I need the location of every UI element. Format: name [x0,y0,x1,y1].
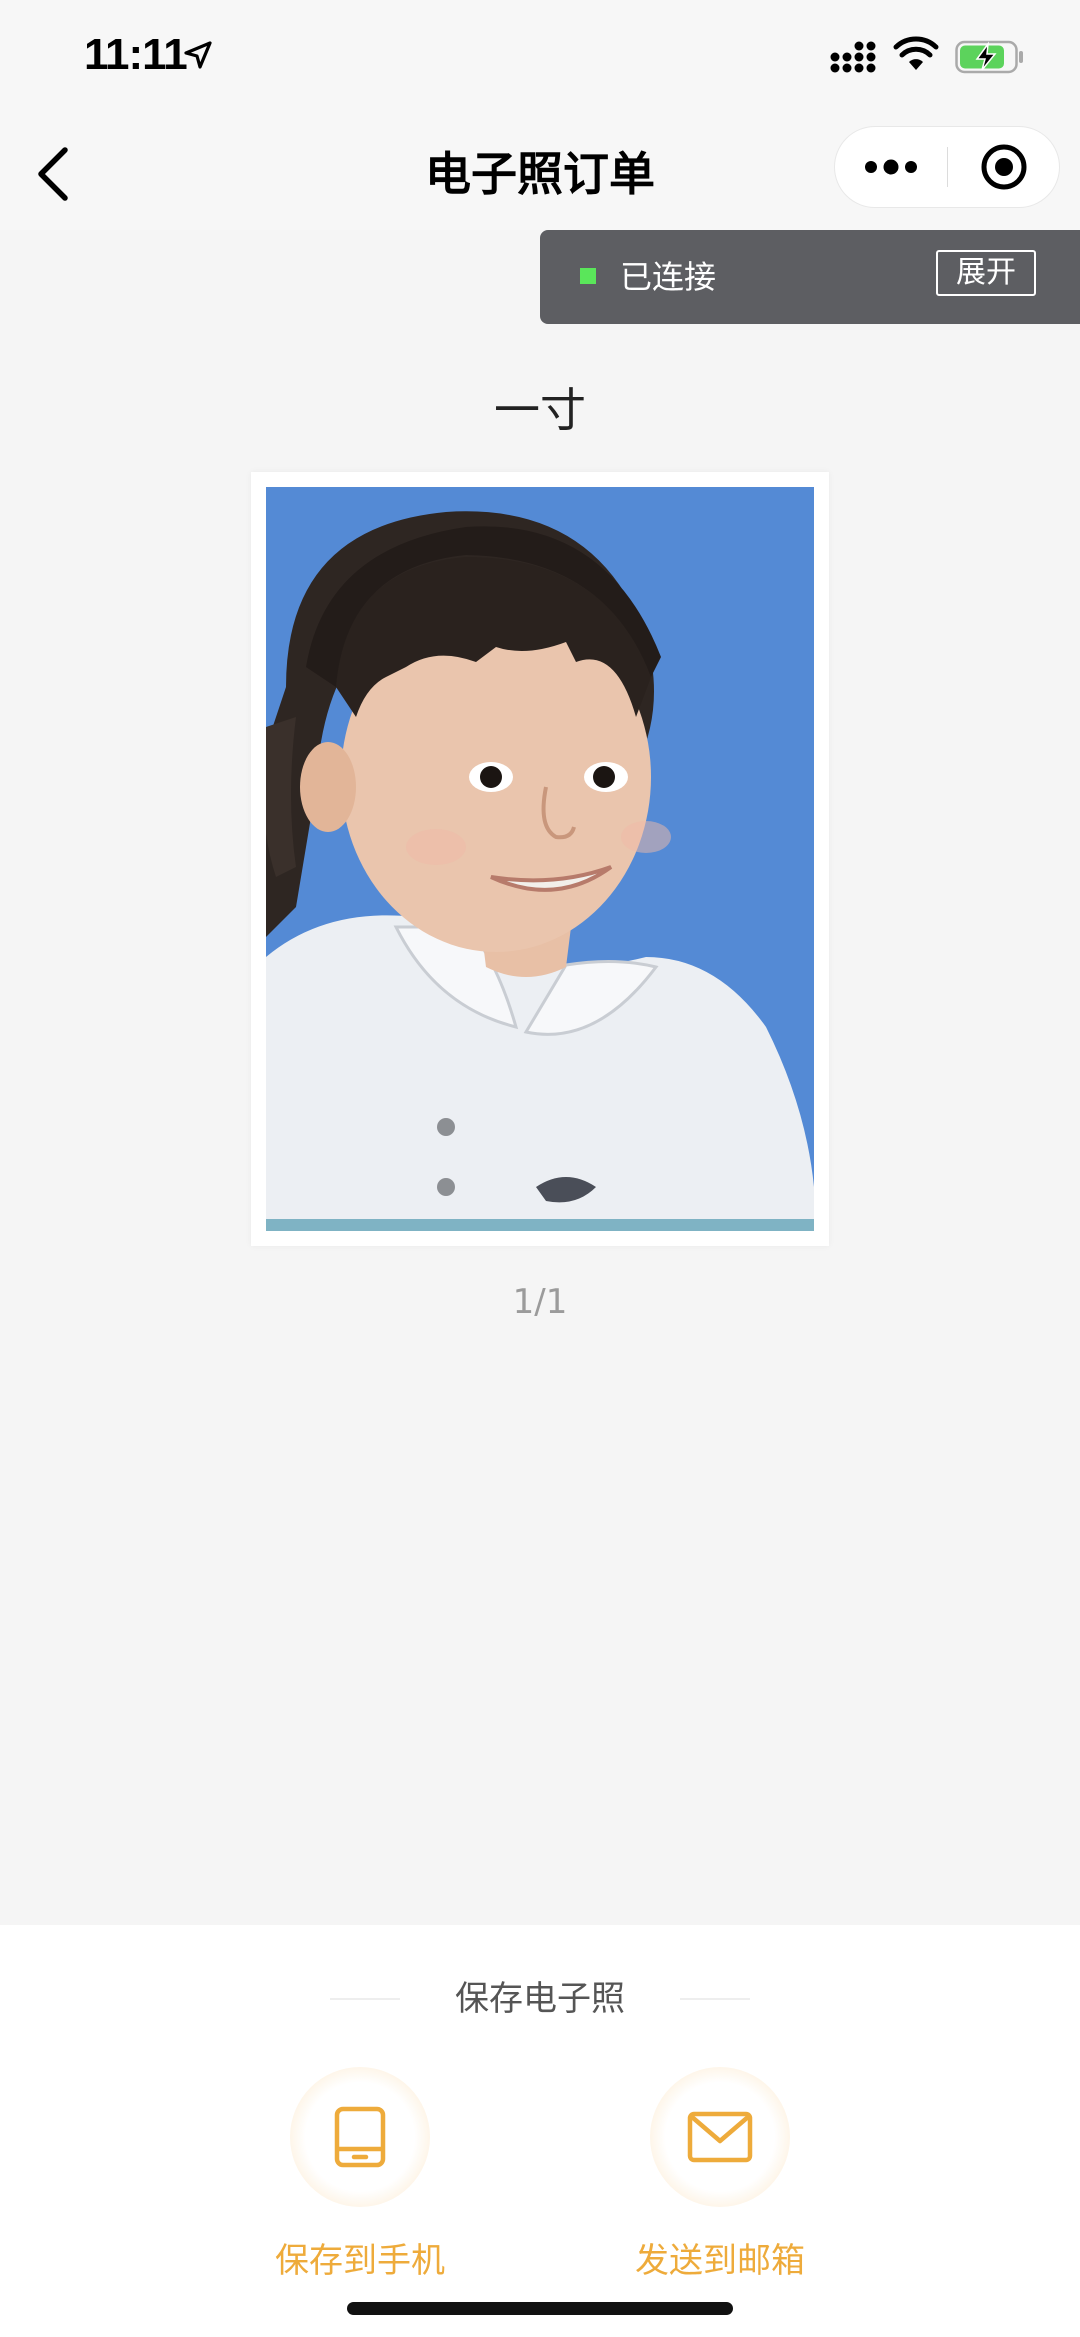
title-divider-right [680,1998,750,2000]
more-icon [865,159,917,175]
id-photo-image [266,487,814,1231]
save-panel: 保存电子照 保存到手机 发送到邮箱 [0,1925,1080,2337]
more-button[interactable] [835,127,947,207]
send-to-email-label: 发送到邮箱 [635,2241,805,2281]
phone-icon [334,2106,386,2168]
back-button[interactable] [18,138,88,210]
send-to-email-icon-circle [650,2067,790,2207]
nav-bar: 电子照订单 [0,118,1080,230]
photo-frame [251,472,829,1246]
save-to-phone-label: 保存到手机 [275,2241,445,2281]
photo-size-label: 一寸 [494,383,586,437]
id-photo[interactable] [266,487,814,1231]
cellular-signal-icon [830,41,876,73]
wifi-icon [893,36,939,70]
battery-charging-icon [955,40,1023,74]
status-bar: 11:11 [0,0,1080,118]
save-to-phone-button[interactable]: 保存到手机 [240,2067,480,2297]
connection-status-dot [580,268,596,284]
home-indicator [347,2302,733,2315]
save-to-phone-icon-circle [290,2067,430,2207]
mini-program-capsule [834,126,1060,208]
save-section-title: 保存电子照 [455,1979,625,2019]
close-button[interactable] [948,127,1059,207]
expand-button[interactable]: 展开 [936,250,1036,296]
mail-icon [687,2111,753,2163]
debug-connection-bar: 已连接 展开 [540,230,1080,324]
connection-status-text: 已连接 [620,258,717,296]
status-time: 11:11 [84,30,188,79]
close-target-icon [981,144,1026,190]
chevron-left-icon [38,147,68,201]
page-indicator: 1/1 [512,1282,568,1322]
location-arrow-icon [184,41,212,69]
send-to-email-button[interactable]: 发送到邮箱 [600,2067,840,2297]
